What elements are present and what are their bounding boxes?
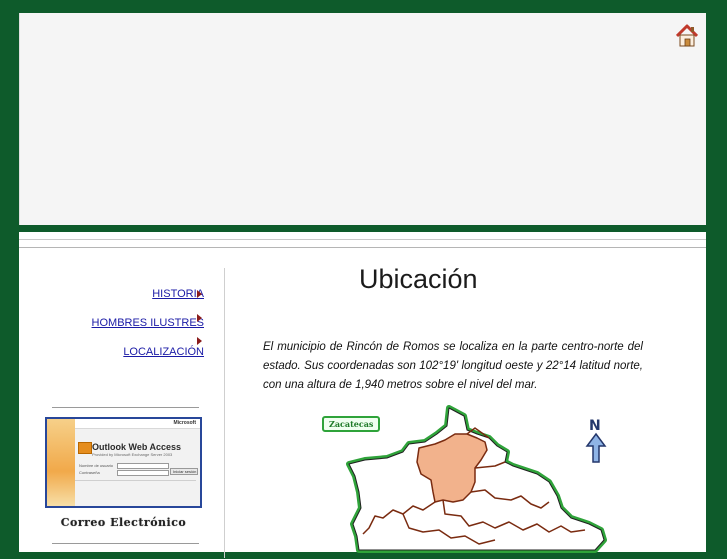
divider xyxy=(19,239,706,240)
intro-paragraph: El municipio de Rincón de Romos se local… xyxy=(263,341,643,391)
home-icon[interactable] xyxy=(675,24,699,48)
arrow-right-icon xyxy=(197,337,202,345)
owa-user-label: Nombre de usuario xyxy=(79,463,114,468)
zacatecas-label: Zacatecas xyxy=(322,416,381,432)
outlook-logo-icon xyxy=(78,442,92,454)
content-panel: HISTORIA HOMBRES ILUSTRES LOCALIZACIÓN M… xyxy=(19,232,706,558)
owa-login-label: Iniciar sesión xyxy=(173,469,197,474)
header-banner xyxy=(19,13,706,225)
sidebar-item-label[interactable]: HOMBRES ILUSTRES xyxy=(92,317,204,329)
owa-subtitle: Provided by Microsoft Exchange Server 20… xyxy=(92,452,173,457)
owa-user-field xyxy=(117,463,169,469)
owa-login-button: Iniciar sesión xyxy=(170,468,198,475)
location-map: Zacatecas N xyxy=(299,404,629,554)
sidebar-divider xyxy=(52,543,199,544)
sidebar-divider xyxy=(52,407,199,408)
arrow-right-icon xyxy=(197,314,202,322)
north-arrow-icon xyxy=(585,432,607,463)
email-caption[interactable]: Correo Electrónico xyxy=(45,516,202,529)
owa-title: Outlook Web Access xyxy=(92,442,182,452)
arrow-right-icon xyxy=(197,290,202,298)
sidebar-item-label[interactable]: LOCALIZACIÓN xyxy=(123,346,204,358)
divider xyxy=(19,247,706,248)
owa-divider xyxy=(75,480,196,481)
owa-decor xyxy=(47,419,75,506)
outlook-web-access-link[interactable]: Microsoft Outlook Web Access Provided by… xyxy=(45,417,202,508)
column-separator xyxy=(224,268,225,558)
page-title: Ubicación xyxy=(359,264,478,294)
owa-topbar: Microsoft xyxy=(75,419,200,429)
north-label: N xyxy=(589,418,601,434)
owa-pass-label: Contraseña xyxy=(79,470,100,475)
owa-pass-field xyxy=(117,470,169,476)
owa-brand: Microsoft xyxy=(173,420,197,426)
